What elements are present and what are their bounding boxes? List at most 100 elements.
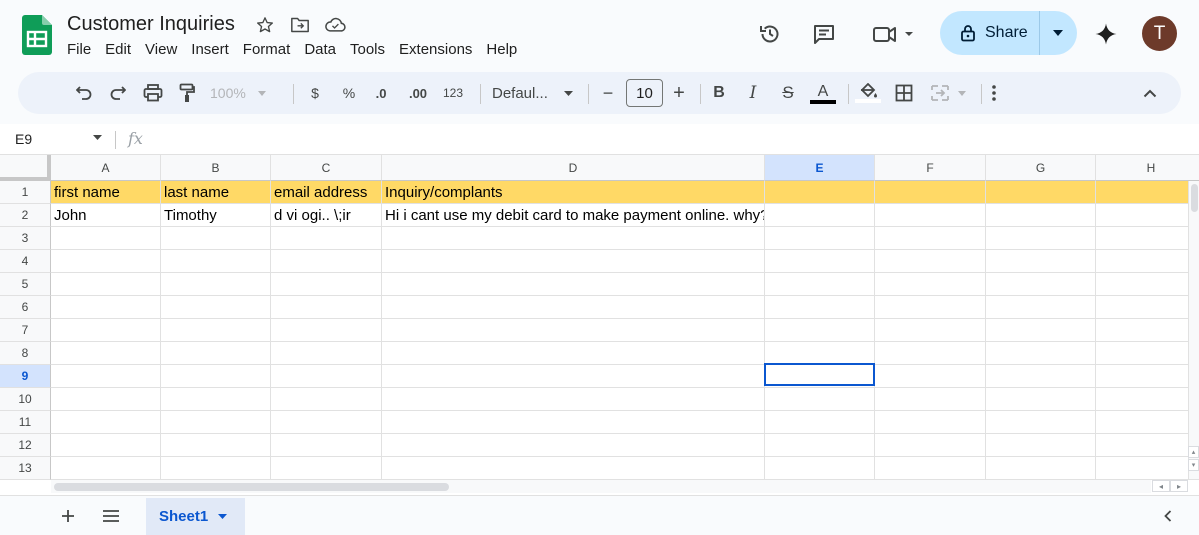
print-icon[interactable]: [140, 78, 166, 108]
fill-color-button[interactable]: [854, 78, 882, 108]
cell-e5[interactable]: [765, 273, 875, 296]
cell-a7[interactable]: [51, 319, 161, 342]
name-box-caret-down-icon[interactable]: [93, 135, 102, 140]
cell-b7[interactable]: [161, 319, 271, 342]
cell-f1[interactable]: [875, 181, 986, 204]
cell-f4[interactable]: [875, 250, 986, 273]
cell-d11[interactable]: [382, 411, 765, 434]
cell-f12[interactable]: [875, 434, 986, 457]
column-header-b[interactable]: B: [161, 155, 271, 181]
column-header-c[interactable]: C: [271, 155, 382, 181]
cell-h1[interactable]: [1096, 181, 1199, 204]
cell-h6[interactable]: [1096, 296, 1199, 319]
column-header-e[interactable]: E: [765, 155, 875, 181]
scroll-right-icon[interactable]: ▸: [1170, 480, 1188, 492]
cell-b6[interactable]: [161, 296, 271, 319]
row-header-11[interactable]: 11: [0, 411, 51, 434]
version-history-icon[interactable]: [754, 18, 786, 50]
name-box[interactable]: E9: [15, 131, 32, 147]
menu-insert[interactable]: Insert: [184, 39, 236, 60]
cell-g3[interactable]: [986, 227, 1096, 250]
cell-e13[interactable]: [765, 457, 875, 480]
sheet-tab-caret-down-icon[interactable]: [218, 514, 228, 519]
cell-b12[interactable]: [161, 434, 271, 457]
share-dropdown-button[interactable]: [1040, 11, 1076, 55]
cell-c13[interactable]: [271, 457, 382, 480]
column-header-a[interactable]: A: [51, 155, 161, 181]
row-header-8[interactable]: 8: [0, 342, 51, 365]
cell-e2[interactable]: [765, 204, 875, 227]
cell-c10[interactable]: [271, 388, 382, 411]
gemini-sparkle-icon[interactable]: [1090, 18, 1122, 50]
cell-a2[interactable]: John: [51, 204, 161, 227]
scroll-down-icon[interactable]: ▾: [1188, 459, 1199, 471]
cell-h2[interactable]: [1096, 204, 1199, 227]
cell-d7[interactable]: [382, 319, 765, 342]
cell-a1[interactable]: first name: [51, 181, 161, 204]
cell-e1[interactable]: [765, 181, 875, 204]
merge-cells-icon[interactable]: [928, 78, 972, 108]
cell-f9[interactable]: [875, 365, 986, 388]
cell-a13[interactable]: [51, 457, 161, 480]
cell-a3[interactable]: [51, 227, 161, 250]
more-options-icon[interactable]: [984, 78, 1004, 108]
cell-e10[interactable]: [765, 388, 875, 411]
cell-f11[interactable]: [875, 411, 986, 434]
menu-format[interactable]: Format: [236, 39, 298, 60]
cell-f7[interactable]: [875, 319, 986, 342]
cell-c4[interactable]: [271, 250, 382, 273]
cell-c11[interactable]: [271, 411, 382, 434]
cell-d3[interactable]: [382, 227, 765, 250]
cell-e7[interactable]: [765, 319, 875, 342]
cell-b10[interactable]: [161, 388, 271, 411]
cell-e4[interactable]: [765, 250, 875, 273]
cell-g9[interactable]: [986, 365, 1096, 388]
cell-e12[interactable]: [765, 434, 875, 457]
decrease-decimal-button[interactable]: .0: [368, 78, 394, 108]
cell-c3[interactable]: [271, 227, 382, 250]
row-header-4[interactable]: 4: [0, 250, 51, 273]
menu-view[interactable]: View: [138, 39, 184, 60]
cell-g13[interactable]: [986, 457, 1096, 480]
move-folder-icon[interactable]: [289, 14, 311, 36]
font-select[interactable]: Defaul...: [492, 78, 578, 108]
column-header-f[interactable]: F: [875, 155, 986, 181]
cell-c7[interactable]: [271, 319, 382, 342]
text-color-button[interactable]: A: [809, 78, 837, 108]
account-avatar[interactable]: T: [1142, 16, 1177, 51]
row-header-7[interactable]: 7: [0, 319, 51, 342]
cell-g1[interactable]: [986, 181, 1096, 204]
formula-input[interactable]: [160, 128, 1180, 150]
cell-d6[interactable]: [382, 296, 765, 319]
cell-a6[interactable]: [51, 296, 161, 319]
comments-icon[interactable]: [808, 18, 840, 50]
cell-b13[interactable]: [161, 457, 271, 480]
vertical-scrollbar[interactable]: [1188, 181, 1199, 479]
cell-a9[interactable]: [51, 365, 161, 388]
cell-h11[interactable]: [1096, 411, 1199, 434]
cell-c2[interactable]: d vi ogi.. \;ir: [271, 204, 382, 227]
cell-f13[interactable]: [875, 457, 986, 480]
cell-g6[interactable]: [986, 296, 1096, 319]
cell-f5[interactable]: [875, 273, 986, 296]
row-header-5[interactable]: 5: [0, 273, 51, 296]
cell-a5[interactable]: [51, 273, 161, 296]
cloud-saved-icon[interactable]: [324, 14, 346, 36]
increase-font-size-button[interactable]: +: [669, 78, 689, 108]
cell-b3[interactable]: [161, 227, 271, 250]
meet-video-icon[interactable]: [868, 18, 920, 50]
cell-d1[interactable]: Inquiry/complants: [382, 181, 765, 204]
cell-a4[interactable]: [51, 250, 161, 273]
cell-a11[interactable]: [51, 411, 161, 434]
menu-data[interactable]: Data: [297, 39, 343, 60]
cell-g7[interactable]: [986, 319, 1096, 342]
cell-d8[interactable]: [382, 342, 765, 365]
cell-h8[interactable]: [1096, 342, 1199, 365]
cell-a8[interactable]: [51, 342, 161, 365]
column-header-g[interactable]: G: [986, 155, 1096, 181]
strikethrough-button[interactable]: S: [776, 78, 800, 108]
row-header-2[interactable]: 2: [0, 204, 51, 227]
cell-g11[interactable]: [986, 411, 1096, 434]
paint-format-icon[interactable]: [175, 78, 199, 108]
cell-e3[interactable]: [765, 227, 875, 250]
